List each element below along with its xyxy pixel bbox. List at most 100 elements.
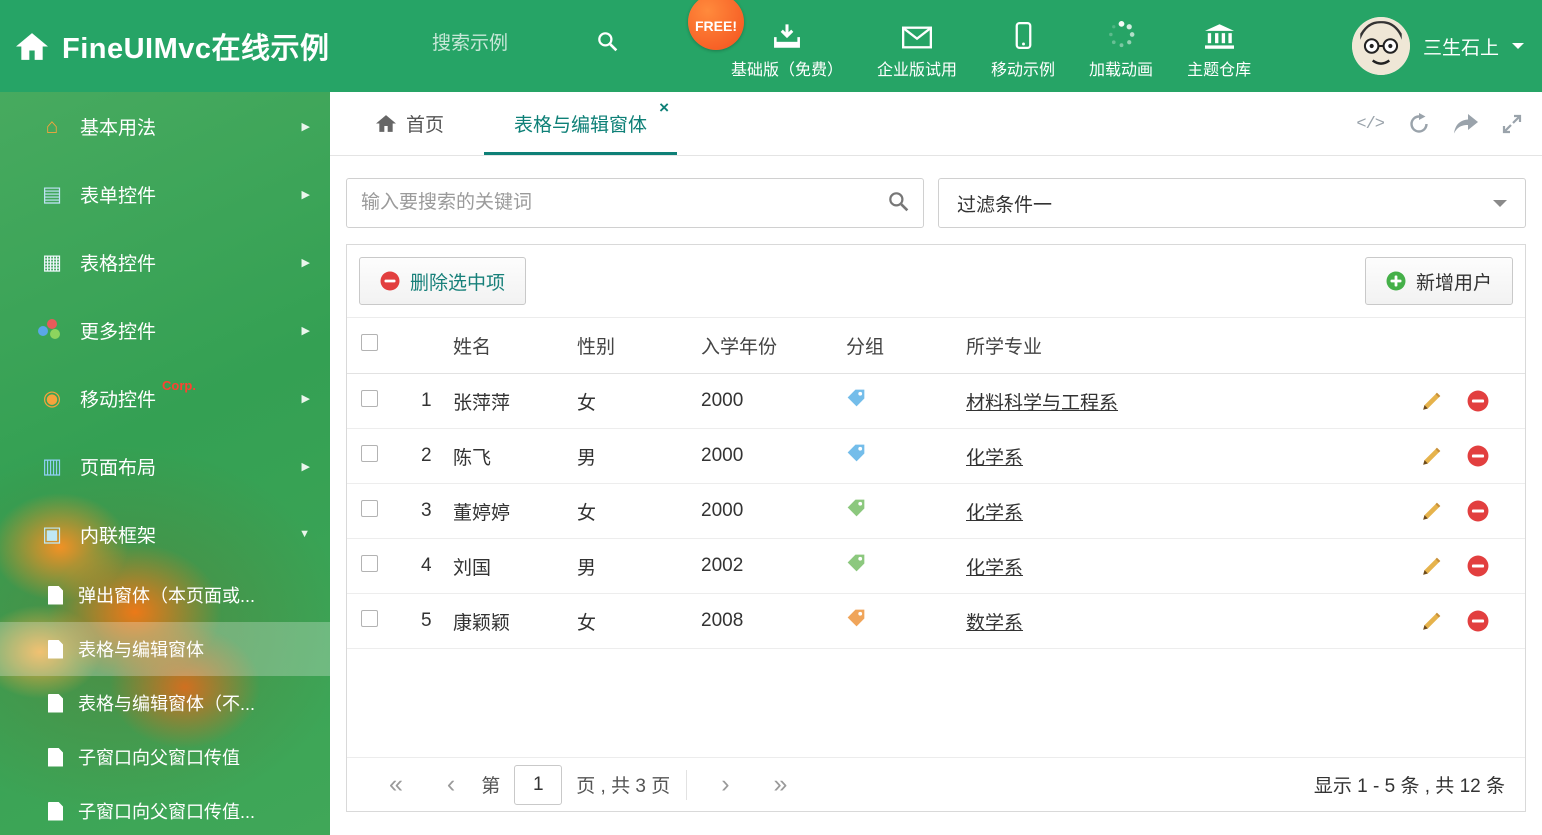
row-index: 4 [421,555,432,576]
chevron-right-icon: ▶ [301,392,310,405]
row-checkbox[interactable] [361,609,378,627]
row-checkbox[interactable] [361,499,378,517]
file-icon [48,585,63,605]
sidebar-item-form-controls[interactable]: ▤ 表单控件 ▶ [0,160,330,228]
user-name[interactable]: 三生石上 [1423,33,1499,60]
nav-theme-store[interactable]: 主题仓库 [1170,19,1268,80]
sidebar-subitem-label: 子窗口向父窗口传值 [78,748,240,768]
header-search-input[interactable] [432,32,582,55]
grid-panel: 删除选中项 新增用户 姓名 性别 入学年份 分组 所学专业 1 张萍萍 女 20… [346,244,1526,812]
cell-gender: 男 [577,557,597,579]
first-page-button[interactable]: « [367,772,425,797]
last-page-button[interactable]: » [752,772,810,797]
sidebar-subitem-popup-window[interactable]: 弹出窗体（本页面或... [0,568,330,622]
sidebar-item-iframe[interactable]: ▣ 内联框架 ▼ [0,500,330,568]
cell-name: 康颖颖 [453,612,511,634]
edit-icon[interactable] [1421,500,1443,522]
filter-dropdown[interactable]: 过滤条件一 [938,178,1526,228]
sidebar-item-label: 更多控件 [80,321,157,343]
next-page-button[interactable]: › [699,772,751,797]
nav-label: 基础版（免费） [731,61,844,79]
source-code-icon[interactable]: </> [1356,115,1385,134]
row-checkbox[interactable] [361,444,378,462]
tab-home[interactable]: 首页 [360,92,460,155]
sidebar-item-basic-usage[interactable]: ⌂ 基本用法 ▶ [0,92,330,160]
delete-icon[interactable] [1467,500,1489,522]
app-header: FineUIMvc在线示例 FREE! 基础版（免费） 企业版试用 移动示例 [0,0,1542,92]
mobile-icon [1015,19,1032,49]
major-link[interactable]: 数学系 [966,613,1023,634]
tag-icon [846,608,866,628]
nav-loading-animations[interactable]: 加载动画 [1072,19,1170,80]
delete-icon[interactable] [1467,390,1489,412]
column-group: 分组 [846,337,885,358]
edit-icon[interactable] [1421,555,1443,577]
current-page-input[interactable]: 1 [514,764,563,805]
sidebar-item-mobile-controls[interactable]: ◉ 移动控件 Corp. ▶ [0,364,330,432]
sidebar-subitem-child-to-parent-2[interactable]: 子窗口向父窗口传值... [0,784,330,835]
tab-label: 表格与编辑窗体 [514,115,648,136]
fullscreen-icon[interactable] [1502,114,1522,134]
delete-icon[interactable] [1467,555,1489,577]
chevron-right-icon: ▶ [301,324,310,337]
nav-enterprise-trial[interactable]: 企业版试用 [860,19,974,80]
file-icon [48,693,63,713]
avatar[interactable] [1351,17,1410,75]
close-icon[interactable]: × [659,99,669,116]
major-link[interactable]: 化学系 [966,503,1023,524]
sidebar-subitem-grid-edit-window[interactable]: 表格与编辑窗体 [0,622,330,676]
major-link[interactable]: 化学系 [966,448,1023,469]
edit-icon[interactable] [1421,445,1443,467]
sidebar-item-page-layout[interactable]: ▥ 页面布局 ▶ [0,432,330,500]
brand: FineUIMvc在线示例 [16,0,330,92]
sidebar-item-more-controls[interactable]: 更多控件 ▶ [0,296,330,364]
refresh-icon[interactable] [1408,113,1430,135]
column-gender: 性别 [577,337,616,358]
nav-label: 加载动画 [1089,61,1154,79]
tag-icon [846,443,866,463]
delete-icon[interactable] [1467,610,1489,632]
sidebar-subitem-child-to-parent[interactable]: 子窗口向父窗口传值 [0,730,330,784]
file-icon [48,747,63,767]
nav-mobile-demo[interactable]: 移动示例 [974,19,1072,80]
sidebar-item-label: 表单控件 [80,185,157,207]
chevron-right-icon: ▶ [301,188,310,201]
open-in-new-icon[interactable] [1454,114,1478,134]
major-link[interactable]: 材料科学与工程系 [966,393,1118,414]
row-index: 2 [421,445,432,466]
cell-name: 陈飞 [453,447,492,469]
major-link[interactable]: 化学系 [966,558,1023,579]
bank-icon [1204,19,1234,49]
search-icon[interactable] [887,190,909,217]
search-icon[interactable] [596,30,618,57]
nav-label: 主题仓库 [1187,61,1252,79]
cell-gender: 女 [577,392,597,414]
tag-icon [846,498,866,518]
add-user-button[interactable]: 新增用户 [1364,257,1513,305]
edit-icon[interactable] [1421,390,1443,412]
sidebar-item-grid-controls[interactable]: ▦ 表格控件 ▶ [0,228,330,296]
chevron-down-icon[interactable] [1512,43,1524,55]
app-home-icon[interactable] [16,32,48,60]
table-row: 4 刘国 男 2002 化学系 [347,539,1525,594]
table-row: 5 康颖颖 女 2008 数学系 [347,594,1525,649]
spinner-icon [1107,19,1136,49]
prev-page-button[interactable]: ‹ [425,772,477,797]
user-menu: 三生石上 [1351,0,1524,92]
row-checkbox[interactable] [361,389,378,407]
select-all-checkbox[interactable] [361,334,378,351]
widgets-icon [38,319,66,341]
sidebar-subitem-grid-edit-window-2[interactable]: 表格与编辑窗体（不... [0,676,330,730]
sidebar-subitem-label: 弹出窗体（本页面或... [78,586,256,606]
delete-selected-button[interactable]: 删除选中项 [359,257,527,305]
cell-year: 2000 [701,445,744,466]
record-count-summary: 显示 1 - 5 条 , 共 12 条 [1313,776,1505,797]
tab-grid-edit-window[interactable]: 表格与编辑窗体 × [484,92,677,155]
delete-icon[interactable] [1467,445,1489,467]
row-checkbox[interactable] [361,554,378,572]
keyword-search-input[interactable] [361,192,887,214]
cell-year: 2008 [701,610,744,631]
table-row: 1 张萍萍 女 2000 材料科学与工程系 [347,374,1525,429]
tab-bar: 首页 表格与编辑窗体 × </> [330,92,1542,156]
edit-icon[interactable] [1421,610,1443,632]
